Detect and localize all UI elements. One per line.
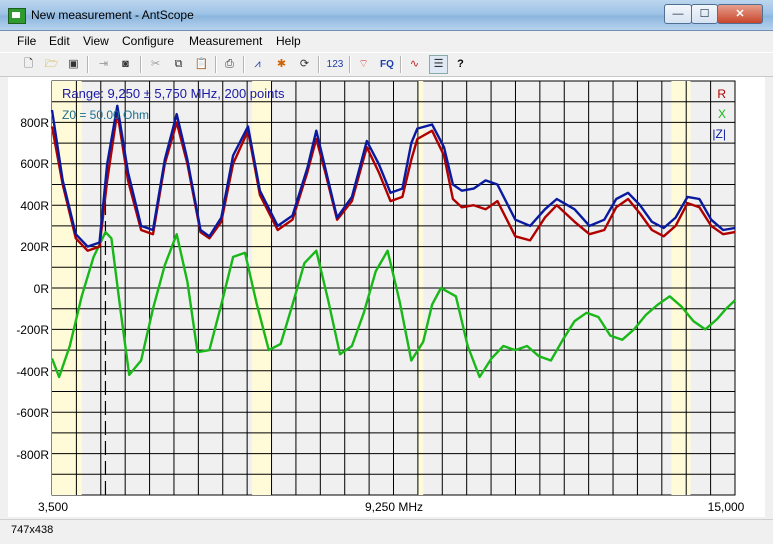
toolbar-separator <box>87 56 89 73</box>
title-bar: New measurement - AntScope — ☐ ✕ <box>0 0 773 31</box>
legend-x: X <box>718 107 726 121</box>
graph-icon[interactable]: ⩘ <box>249 56 266 73</box>
app-icon <box>8 8 26 24</box>
y-tick-600: 600R <box>20 157 49 171</box>
toolbar-separator <box>140 56 142 73</box>
status-bar: 747x438 <box>0 519 773 544</box>
window-title: New measurement - AntScope <box>31 8 194 22</box>
fq-icon[interactable]: FQ <box>377 56 397 73</box>
y-tick-minus-600: -600R <box>16 406 49 420</box>
menu-view[interactable]: View <box>83 34 109 48</box>
status-text: 747x438 <box>11 524 54 536</box>
y-tick-minus-200: -200R <box>16 323 49 337</box>
camera-icon[interactable]: ◙ <box>117 56 134 73</box>
menu-measurement[interactable]: Measurement <box>189 34 262 48</box>
menu-help[interactable]: Help <box>276 34 301 48</box>
list-icon[interactable]: ☰ <box>429 55 448 74</box>
curves-icon[interactable]: ∿ <box>406 56 423 73</box>
x-label-left: 3,500 <box>38 500 68 514</box>
legend-z: |Z| <box>712 127 726 141</box>
copy-icon[interactable]: ⧉ <box>170 56 187 73</box>
legend-r: R <box>717 87 726 101</box>
chart-area: Range: 9,250 ± 5,750 MHz, 200 points Z0 … <box>8 77 765 517</box>
refresh-icon[interactable]: ⟳ <box>296 56 313 73</box>
new-file-icon[interactable]: 🗋 <box>20 56 37 73</box>
y-tick-200: 200R <box>20 240 49 254</box>
toolbar-separator <box>243 56 245 73</box>
toolbar-separator <box>349 56 351 73</box>
toolbar-separator <box>215 56 217 73</box>
menu-file[interactable]: File <box>17 34 36 48</box>
impedance-chart[interactable]: Range: 9,250 ± 5,750 MHz, 200 points Z0 … <box>8 77 765 517</box>
print-icon[interactable]: ⎙ <box>221 56 238 73</box>
y-tick-800: 800R <box>20 116 49 130</box>
z0-label: Z0 = 50.00 Ohm <box>62 108 149 122</box>
toolbar-separator <box>318 56 320 73</box>
x-label-right: 15,000 <box>708 500 745 514</box>
toolbar: 🗋 🗁 ▣ ⇥ ◙ ✂ ⧉ 📋 ⎙ ⩘ ✱ ⟳ 123 ⌔ FQ ∿ ☰ ? <box>0 52 773 77</box>
menu-configure[interactable]: Configure <box>122 34 174 48</box>
maximize-button[interactable]: ☐ <box>691 4 718 24</box>
minimize-button[interactable]: — <box>664 4 692 24</box>
y-tick-minus-400: -400R <box>16 365 49 379</box>
export-icon[interactable]: ⇥ <box>95 56 112 73</box>
antenna-icon[interactable]: ⌔ <box>355 56 372 73</box>
save-icon[interactable]: ▣ <box>65 56 82 73</box>
open-folder-icon[interactable]: 🗁 <box>43 56 60 73</box>
numbers-icon[interactable]: 123 <box>324 56 346 73</box>
y-tick-400: 400R <box>20 199 49 213</box>
menu-bar: File Edit View Configure Measurement Hel… <box>0 31 773 51</box>
range-label: Range: 9,250 ± 5,750 MHz, 200 points <box>62 86 285 101</box>
menu-edit[interactable]: Edit <box>49 34 70 48</box>
y-tick-0: 0R <box>34 282 50 296</box>
y-tick-minus-800: -800R <box>16 448 49 462</box>
paste-icon[interactable]: 📋 <box>193 56 210 73</box>
help-icon[interactable]: ? <box>452 56 469 73</box>
toolbar-separator <box>400 56 402 73</box>
close-button[interactable]: ✕ <box>717 4 763 24</box>
x-label-center: 9,250 MHz <box>365 500 423 514</box>
marker-icon[interactable]: ✱ <box>273 56 290 73</box>
cut-icon[interactable]: ✂ <box>147 56 164 73</box>
